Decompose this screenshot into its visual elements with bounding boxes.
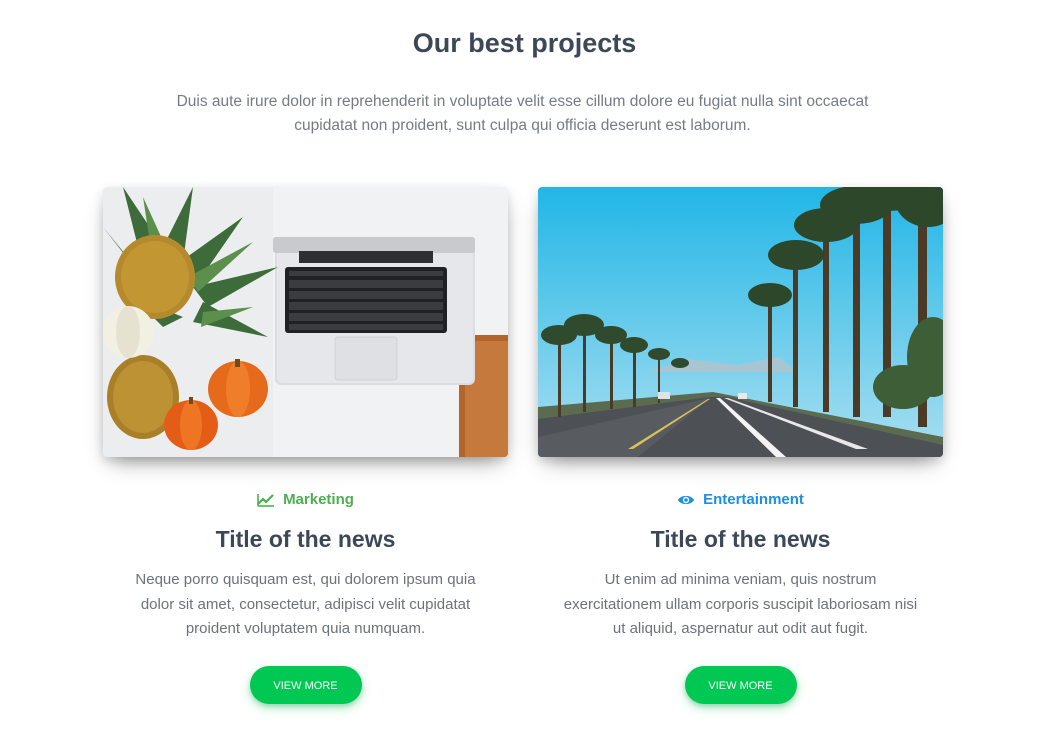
card-text: Ut enim ad minima veniam, quis nostrum e… — [563, 571, 918, 637]
laptop-pineapple-photo — [103, 187, 508, 457]
section-title: Our best projects — [412, 28, 637, 58]
card-image-laptop[interactable] — [103, 187, 508, 457]
trending-up-icon — [257, 493, 275, 507]
card-text: Neque porro quisquam est, qui dolorem ip… — [135, 571, 476, 637]
palm-road-photo — [538, 187, 943, 457]
category-label: Marketing — [283, 491, 354, 508]
project-card-marketing: Marketing Title of the news Neque porro … — [103, 187, 508, 704]
view-more-button[interactable]: View More — [684, 665, 797, 704]
card-title[interactable]: Title of the news — [538, 524, 943, 554]
category-label: Entertainment — [703, 491, 804, 508]
category-marketing: Marketing — [103, 490, 508, 510]
project-card-entertainment: Entertainment Title of the news Ut enim … — [538, 187, 943, 704]
eye-icon — [677, 493, 695, 507]
view-more-button[interactable]: View More — [249, 665, 362, 704]
category-entertainment: Entertainment — [538, 490, 943, 510]
card-image-road[interactable] — [538, 187, 943, 457]
card-title[interactable]: Title of the news — [103, 524, 508, 554]
projects-section: Our best projects Duis aute irure dolor … — [0, 0, 1049, 736]
section-description: Duis aute irure dolor in reprehenderit i… — [176, 93, 869, 134]
